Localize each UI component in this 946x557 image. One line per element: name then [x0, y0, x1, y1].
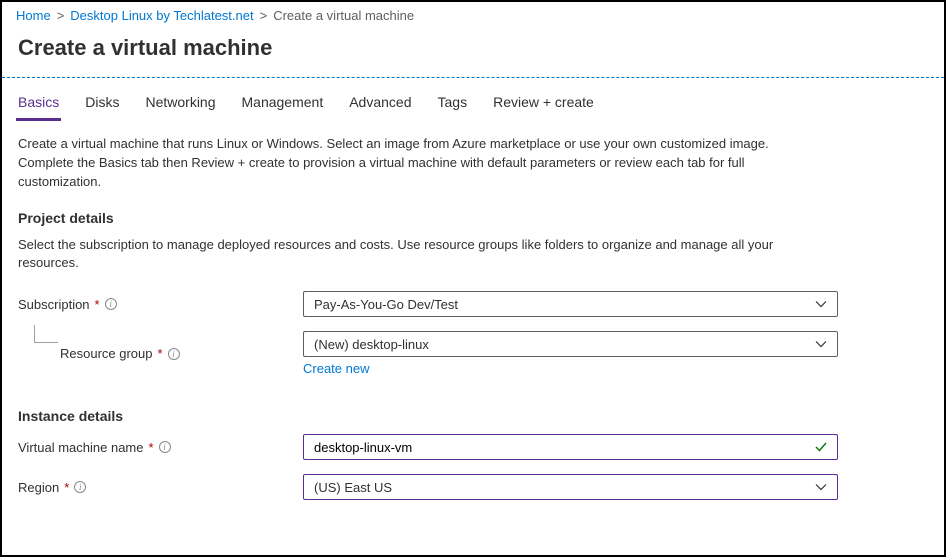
region-label: Region * i [18, 480, 303, 495]
tab-disks[interactable]: Disks [83, 86, 121, 121]
project-details-desc: Select the subscription to manage deploy… [18, 236, 818, 274]
instance-details-title: Instance details [18, 408, 928, 424]
content: Create a virtual machine that runs Linux… [2, 121, 944, 528]
breadcrumb-product[interactable]: Desktop Linux by Techlatest.net [70, 8, 253, 23]
required-indicator: * [95, 297, 100, 312]
region-select[interactable]: (US) East US [303, 474, 838, 500]
chevron-down-icon [815, 300, 827, 308]
tabs: Basics Disks Networking Management Advan… [2, 78, 944, 121]
tab-tags[interactable]: Tags [436, 86, 470, 121]
resource-group-label: Resource group * i [18, 346, 303, 361]
required-indicator: * [64, 480, 69, 495]
intro-text: Create a virtual machine that runs Linux… [18, 135, 818, 192]
resource-group-select[interactable]: (New) desktop-linux [303, 331, 838, 357]
project-details-title: Project details [18, 210, 928, 226]
subscription-label: Subscription * i [18, 297, 303, 312]
breadcrumb-current: Create a virtual machine [273, 8, 414, 23]
tab-networking[interactable]: Networking [143, 86, 217, 121]
info-icon[interactable]: i [159, 441, 171, 453]
chevron-down-icon [815, 340, 827, 348]
required-indicator: * [149, 440, 154, 455]
page-title: Create a virtual machine [2, 29, 944, 77]
vm-name-label: Virtual machine name * i [18, 440, 303, 455]
breadcrumb-separator: > [57, 8, 65, 23]
tab-advanced[interactable]: Advanced [347, 86, 413, 121]
info-icon[interactable]: i [105, 298, 117, 310]
check-icon [814, 440, 828, 454]
breadcrumb-home[interactable]: Home [16, 8, 51, 23]
required-indicator: * [158, 346, 163, 361]
subscription-select[interactable]: Pay-As-You-Go Dev/Test [303, 291, 838, 317]
info-icon[interactable]: i [74, 481, 86, 493]
vm-name-row: Virtual machine name * i [18, 434, 928, 460]
breadcrumb: Home > Desktop Linux by Techlatest.net >… [2, 2, 944, 29]
create-new-link[interactable]: Create new [303, 361, 369, 376]
vm-name-input[interactable] [303, 434, 838, 460]
subscription-row: Subscription * i Pay-As-You-Go Dev/Test [18, 291, 928, 317]
tab-basics[interactable]: Basics [16, 86, 61, 121]
chevron-down-icon [815, 483, 827, 491]
tab-management[interactable]: Management [240, 86, 326, 121]
breadcrumb-separator: > [260, 8, 268, 23]
region-row: Region * i (US) East US [18, 474, 928, 500]
indent-connector [34, 325, 58, 343]
resource-group-row: Resource group * i (New) desktop-linux C… [18, 331, 928, 376]
tab-review-create[interactable]: Review + create [491, 86, 596, 121]
info-icon[interactable]: i [168, 348, 180, 360]
